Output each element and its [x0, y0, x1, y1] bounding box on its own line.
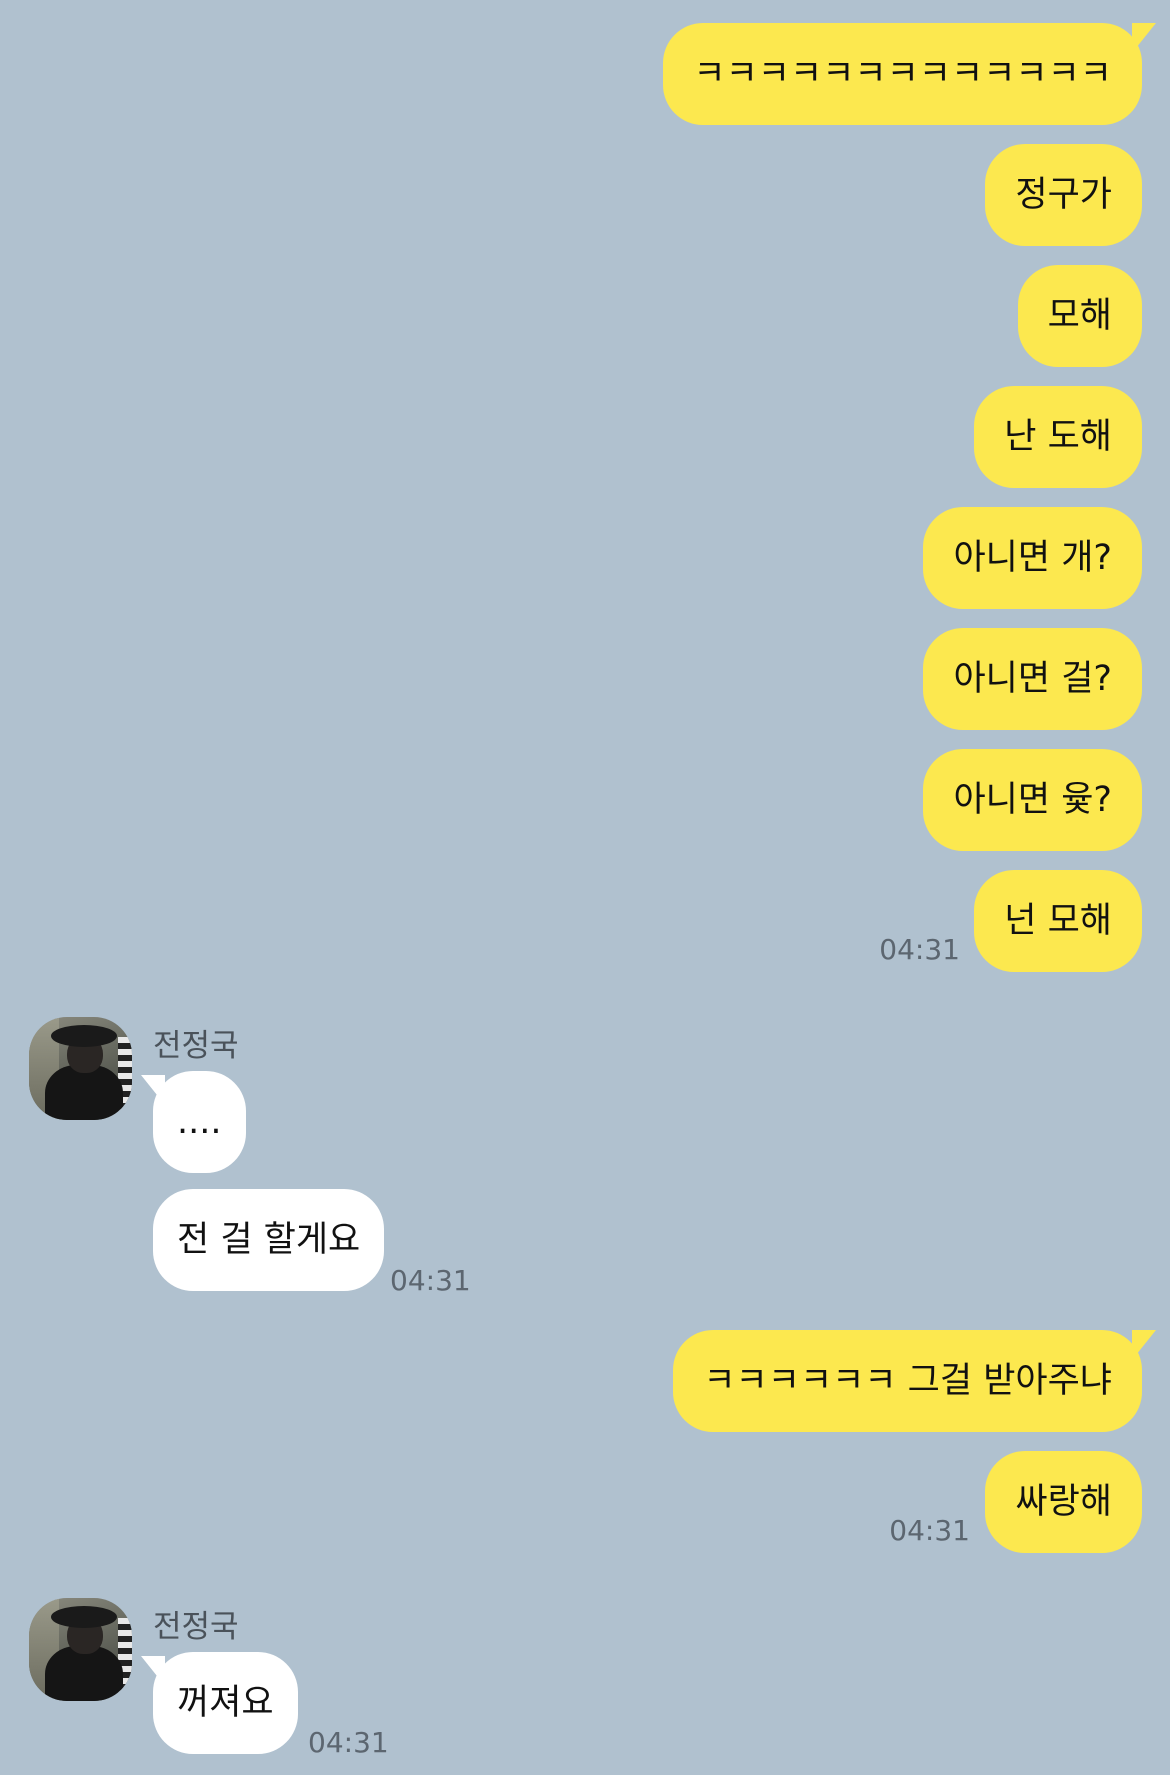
my-message-bubble[interactable]: 넌 모해	[974, 870, 1142, 972]
my-message-bubble[interactable]: 아니면 개?	[923, 507, 1142, 609]
contact-avatar[interactable]	[29, 1598, 132, 1701]
message-text: 아니면 개?	[953, 537, 1112, 578]
message-timestamp: 04:31	[889, 1514, 970, 1547]
message-text: 모해	[1047, 295, 1112, 336]
my-message-bubble[interactable]: ㅋㅋㅋㅋㅋㅋㅋㅋㅋㅋㅋㅋㅋ	[663, 23, 1156, 125]
message-text: 넌 모해	[1004, 900, 1112, 941]
contact-name[interactable]: 전정국	[153, 1601, 239, 1646]
bubble-tail	[1132, 23, 1156, 53]
my-message-bubble[interactable]: 난 도해	[974, 386, 1142, 488]
their-message-bubble[interactable]: 꺼져요	[141, 1652, 298, 1754]
my-message-bubble[interactable]: 아니면 걸?	[923, 628, 1142, 730]
my-message-bubble[interactable]: 싸랑해	[985, 1451, 1142, 1553]
my-message-bubble[interactable]: ㅋㅋㅋㅋㅋㅋ 그걸 받아주냐	[673, 1330, 1156, 1432]
my-message-bubble[interactable]: 정구가	[985, 144, 1142, 246]
message-text: ㅋㅋㅋㅋㅋㅋㅋㅋㅋㅋㅋㅋㅋ	[693, 53, 1112, 94]
my-message-bubble[interactable]: 모해	[1017, 265, 1142, 367]
message-text: 정구가	[1015, 174, 1112, 215]
their-message-bubble[interactable]: 전 걸 할게요	[153, 1189, 385, 1291]
message-text: 전 걸 할게요	[177, 1219, 361, 1260]
message-text: 꺼져요	[177, 1682, 274, 1723]
their-message-bubble[interactable]: ....	[141, 1071, 246, 1173]
message-text: 아니면 윷?	[953, 779, 1112, 820]
my-message-bubble[interactable]: 아니면 윷?	[923, 749, 1142, 851]
message-text: 아니면 걸?	[953, 658, 1112, 699]
message-text: 싸랑해	[1015, 1481, 1112, 1522]
chat-room: ㅋㅋㅋㅋㅋㅋㅋㅋㅋㅋㅋㅋㅋ 정구가 모해 난 도해 아니면 개? 아니면 걸? …	[0, 0, 1170, 1775]
message-timestamp: 04:31	[308, 1726, 389, 1759]
bubble-tail	[1132, 1330, 1156, 1360]
contact-avatar[interactable]	[29, 1017, 132, 1120]
message-text: ㅋㅋㅋㅋㅋㅋ 그걸 받아주냐	[703, 1360, 1112, 1401]
message-text: ....	[177, 1101, 222, 1142]
message-timestamp: 04:31	[879, 933, 960, 966]
message-timestamp: 04:31	[390, 1264, 471, 1297]
contact-name[interactable]: 전정국	[153, 1020, 239, 1065]
bubble-tail	[141, 1656, 165, 1686]
message-text: 난 도해	[1004, 416, 1112, 457]
bubble-tail	[141, 1075, 165, 1105]
